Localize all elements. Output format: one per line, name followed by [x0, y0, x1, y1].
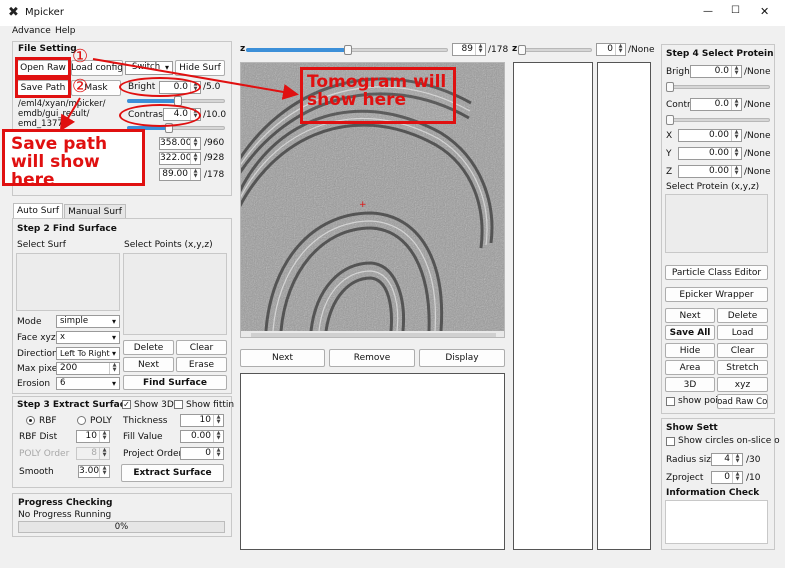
arrow-to-save-path	[59, 97, 81, 132]
annotation-arrows	[59, 58, 299, 132]
arrow-to-tomogram	[92, 58, 299, 100]
